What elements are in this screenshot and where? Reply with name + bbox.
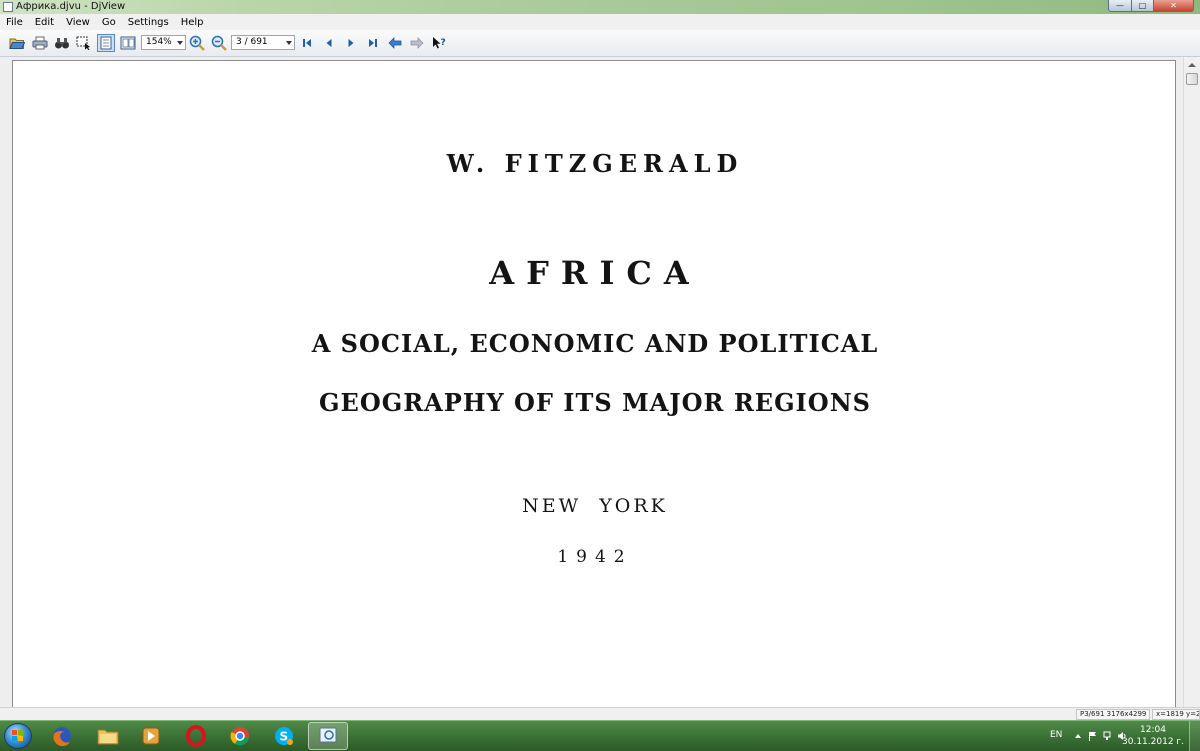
menu-bar: File Edit View Go Settings Help [0,14,1200,30]
svg-text:S: S [280,730,289,744]
opera-icon [186,725,206,747]
window-controls: — □ ✕ [1108,0,1194,13]
taskbar-skype[interactable]: S [264,722,304,750]
vertical-scrollbar[interactable] [1183,57,1200,707]
zoom-out-button[interactable] [210,34,228,52]
chrome-icon [230,727,249,746]
show-desktop-button[interactable] [1189,721,1200,751]
open-icon [9,38,25,49]
window-title: Африка.djvu - DjView [16,1,126,12]
start-button[interactable] [4,723,32,749]
select-button[interactable] [75,34,93,52]
firefox-icon [53,727,71,747]
publication-year: 1942 [557,547,633,567]
last-page-button[interactable] [364,34,382,52]
print-icon [32,36,48,50]
system-tray: EN 12:04 30.11.2012 г. [1040,721,1200,751]
language-indicator[interactable]: EN [1050,730,1062,740]
toolbar: 154% 3 / 691 ? [0,30,1200,57]
continuous-icon [100,36,112,50]
side-by-side-button[interactable] [119,34,137,52]
scroll-thumb[interactable] [1186,73,1198,85]
title-bar[interactable]: Африка.djvu - DjView — □ ✕ [0,0,1200,14]
zoom-dropdown-arrow-icon [177,41,183,45]
whats-this-icon: ? [433,37,446,49]
maximize-button[interactable]: □ [1132,0,1154,12]
zoom-out-icon [211,35,227,51]
taskbar-explorer[interactable] [88,722,128,750]
back-button[interactable] [386,34,404,52]
taskbar-opera[interactable] [176,722,216,750]
menu-file[interactable]: File [0,17,29,28]
djview-app-icon [3,2,13,12]
zoom-combo[interactable]: 154% [141,35,186,50]
find-button[interactable] [53,34,71,52]
djview-icon [319,727,337,743]
print-button[interactable] [31,34,49,52]
whats-this-button[interactable]: ? [430,34,448,52]
menu-edit[interactable]: Edit [29,17,60,28]
taskbar-media-player[interactable] [131,722,171,750]
first-page-icon [303,39,311,47]
taskbar-firefox[interactable] [42,722,82,750]
clock[interactable]: 12:04 30.11.2012 г. [1122,724,1184,748]
clock-date: 30.11.2012 г. [1122,737,1184,747]
back-icon [388,37,402,49]
page-dropdown-arrow-icon [286,41,292,45]
action-center-flag-icon[interactable] [1088,731,1098,741]
taskbar-chrome[interactable] [220,722,260,750]
skype-icon: S [275,727,293,745]
page-value: 3 / 691 [236,37,268,47]
forward-icon [410,37,424,49]
find-icon [55,38,69,49]
status-bar: P3/691 3176x4299 300dpi x=1819 y=2774 [0,707,1200,721]
status-coordinates: x=1819 y=2774 [1152,709,1200,720]
next-page-icon [348,39,354,47]
taskbar: S EN 12:04 30.11.2012 г. [0,720,1200,751]
zoom-in-icon [189,35,205,51]
status-page-info: P3/691 3176x4299 300dpi [1076,709,1150,720]
book-author: W. FITZGERALD [446,149,744,178]
next-page-button[interactable] [342,34,360,52]
folder-icon [97,729,119,745]
forward-button[interactable] [408,34,426,52]
menu-view[interactable]: View [60,17,96,28]
publication-city: NEW YORK [522,495,668,517]
show-hidden-icons-icon[interactable] [1073,731,1083,741]
side-by-side-icon [120,36,136,50]
minimize-button[interactable]: — [1108,0,1132,12]
book-title: AFRICA [489,254,701,292]
scroll-up-arrow-icon[interactable] [1185,58,1199,72]
menu-help[interactable]: Help [175,17,210,28]
select-icon [76,36,90,50]
close-button[interactable]: ✕ [1154,0,1194,12]
last-page-icon [369,39,377,47]
book-subtitle-line2: GEOGRAPHY OF ITS MAJOR REGIONS [319,388,871,417]
media-player-icon [142,727,160,745]
document-viewer[interactable]: W. FITZGERALD AFRICA A SOCIAL, ECONOMIC … [0,57,1200,720]
svg-text:?: ? [441,38,446,48]
previous-page-icon [326,39,332,47]
taskbar-djview[interactable] [308,722,348,750]
first-page-button[interactable] [298,34,316,52]
page-combo[interactable]: 3 / 691 [231,35,295,50]
document-page[interactable]: W. FITZGERALD AFRICA A SOCIAL, ECONOMIC … [12,60,1176,720]
book-subtitle-line1: A SOCIAL, ECONOMIC AND POLITICAL [311,329,879,358]
windows-logo-icon [12,730,23,741]
open-button[interactable] [8,34,26,52]
network-icon[interactable] [1103,731,1113,741]
zoom-value: 154% [146,37,172,47]
zoom-in-button[interactable] [188,34,206,52]
continuous-button[interactable] [97,34,115,52]
previous-page-button[interactable] [320,34,338,52]
clock-time: 12:04 [1140,725,1166,735]
menu-settings[interactable]: Settings [122,17,175,28]
menu-go[interactable]: Go [96,17,122,28]
